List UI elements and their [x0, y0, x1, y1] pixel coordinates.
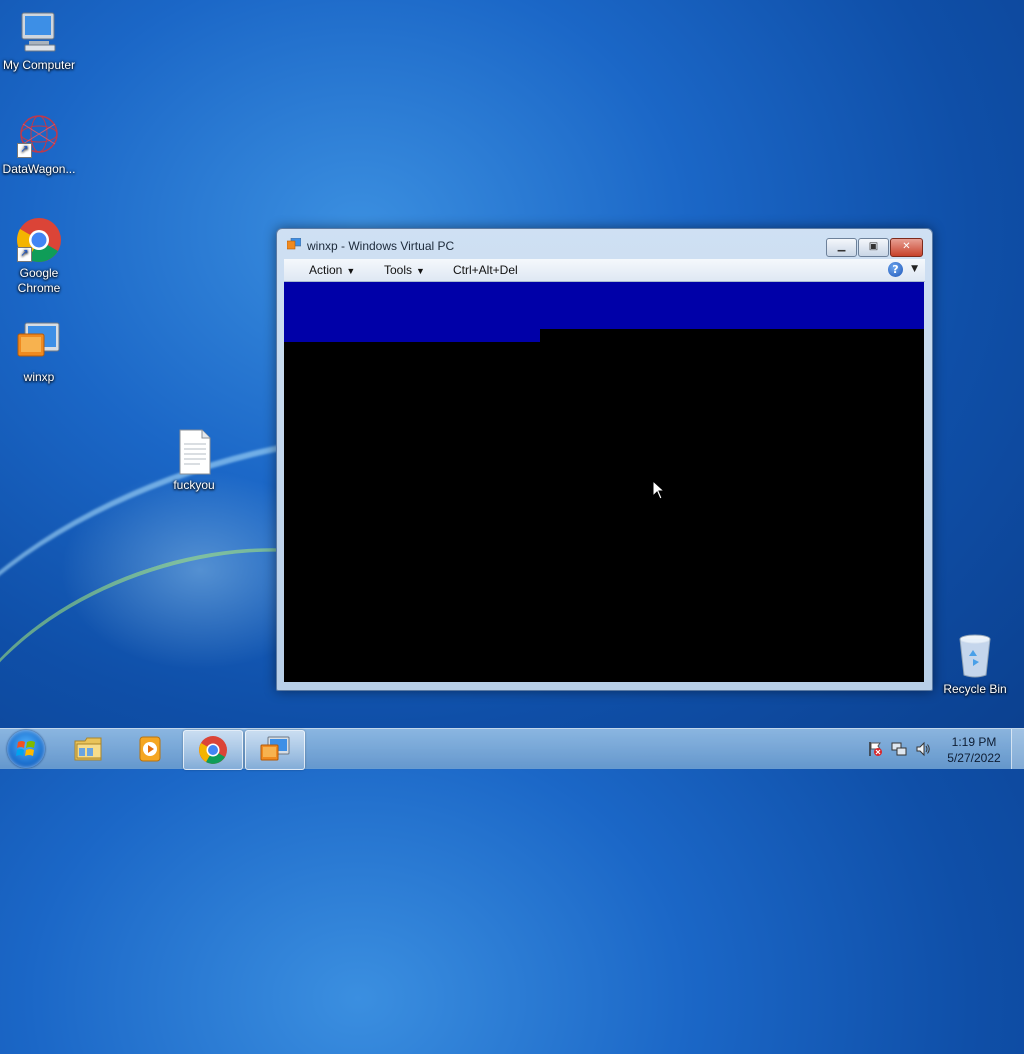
desktop-icon-label: Recycle Bin	[943, 682, 1007, 696]
menu-tools-label: Tools	[384, 263, 413, 277]
taskbar-media-player[interactable]	[121, 730, 179, 768]
help-icon[interactable]: ?	[888, 262, 903, 277]
ctrl-alt-del-label: Ctrl+Alt+Del	[453, 263, 518, 277]
desktop-icon-google-chrome[interactable]: ↗ Google Chrome	[0, 216, 81, 296]
action-center-flag-icon[interactable]	[867, 741, 883, 757]
desktop-icon-label: fuckyou	[173, 478, 215, 492]
chrome-icon	[199, 736, 227, 764]
windows-logo-icon	[16, 741, 35, 756]
desktop-icon-recycle-bin[interactable]: Recycle Bin	[933, 632, 1017, 697]
shortcut-arrow-icon: ↗	[17, 143, 32, 158]
virtual-pc-icon	[286, 237, 302, 250]
taskbar: 1:19 PM 5/27/2022	[0, 728, 1024, 770]
menu-action-label: Action	[309, 263, 343, 277]
desktop-icon-label: Google Chrome	[17, 266, 61, 295]
minimize-button[interactable]: ▁	[826, 238, 857, 257]
minimize-icon: ▁	[837, 241, 846, 252]
virtual-pc-window[interactable]: winxp - Windows Virtual PC ▁ ▣ ✕ Action ▼…	[276, 228, 933, 691]
text-file-icon	[170, 428, 218, 476]
close-button[interactable]: ✕	[890, 238, 923, 257]
taskbar-google-chrome[interactable]	[183, 730, 243, 770]
menu-tools[interactable]: Tools ▼	[384, 263, 425, 277]
chevron-down-icon: ▼	[416, 266, 425, 276]
clock-time: 1:19 PM	[951, 735, 997, 749]
menu-action[interactable]: Action ▼	[309, 263, 355, 277]
vm-screen[interactable]	[284, 282, 924, 682]
shortcut-arrow-icon: ↗	[17, 247, 32, 262]
window-title: winxp - Windows Virtual PC	[307, 239, 455, 253]
desktop-icon-label: DataWagon...	[2, 162, 76, 176]
chevron-down-icon: ▼	[346, 266, 356, 276]
computer-icon	[15, 8, 63, 56]
help-glyph: ?	[892, 263, 899, 276]
start-button[interactable]	[7, 730, 45, 768]
maximize-icon: ▣	[868, 241, 879, 252]
virtual-pc-icon	[15, 320, 63, 368]
vm-screen-blue-bar-tail	[284, 329, 540, 342]
maximize-button[interactable]: ▣	[858, 238, 889, 257]
taskbar-clock[interactable]: 1:19 PM 5/27/2022	[938, 734, 1010, 766]
window-titlebar[interactable]: winxp - Windows Virtual PC ▁ ▣ ✕	[277, 229, 932, 259]
taskbar-windows-explorer[interactable]	[60, 730, 118, 768]
desktop-icon-winxp[interactable]: winxp	[0, 320, 81, 385]
clock-date: 5/27/2022	[947, 751, 1001, 765]
desktop-icon-label: winxp	[23, 370, 55, 384]
desktop-icon-my-computer[interactable]: My Computer	[0, 8, 81, 73]
desktop-icon-label: My Computer	[2, 58, 76, 72]
chrome-icon: ↗	[15, 216, 63, 264]
volume-icon[interactable]	[915, 741, 931, 757]
window-menubar: Action ▼ Tools ▼ Ctrl+Alt+Del ? ▼	[284, 259, 925, 282]
folder-icon	[74, 737, 102, 761]
virtual-pc-icon	[260, 736, 290, 761]
desktop-icon-datawagon[interactable]: ↗ DataWagon...	[0, 112, 81, 177]
close-icon: ✕	[902, 241, 911, 252]
taskbar-virtual-pc[interactable]	[245, 730, 305, 770]
show-desktop-button[interactable]	[1011, 729, 1024, 769]
mouse-cursor-icon	[652, 480, 666, 500]
vm-screen-blue-bar	[284, 282, 924, 329]
ctrl-alt-del-button[interactable]: Ctrl+Alt+Del	[453, 263, 518, 277]
desktop-icon-fuckyou[interactable]: fuckyou	[152, 428, 236, 493]
media-player-icon	[139, 736, 161, 762]
recycle-bin-icon	[951, 632, 999, 680]
network-icon[interactable]	[891, 741, 907, 757]
chevron-down-icon[interactable]: ▼	[911, 264, 918, 274]
network-sphere-icon: ↗	[15, 112, 63, 160]
